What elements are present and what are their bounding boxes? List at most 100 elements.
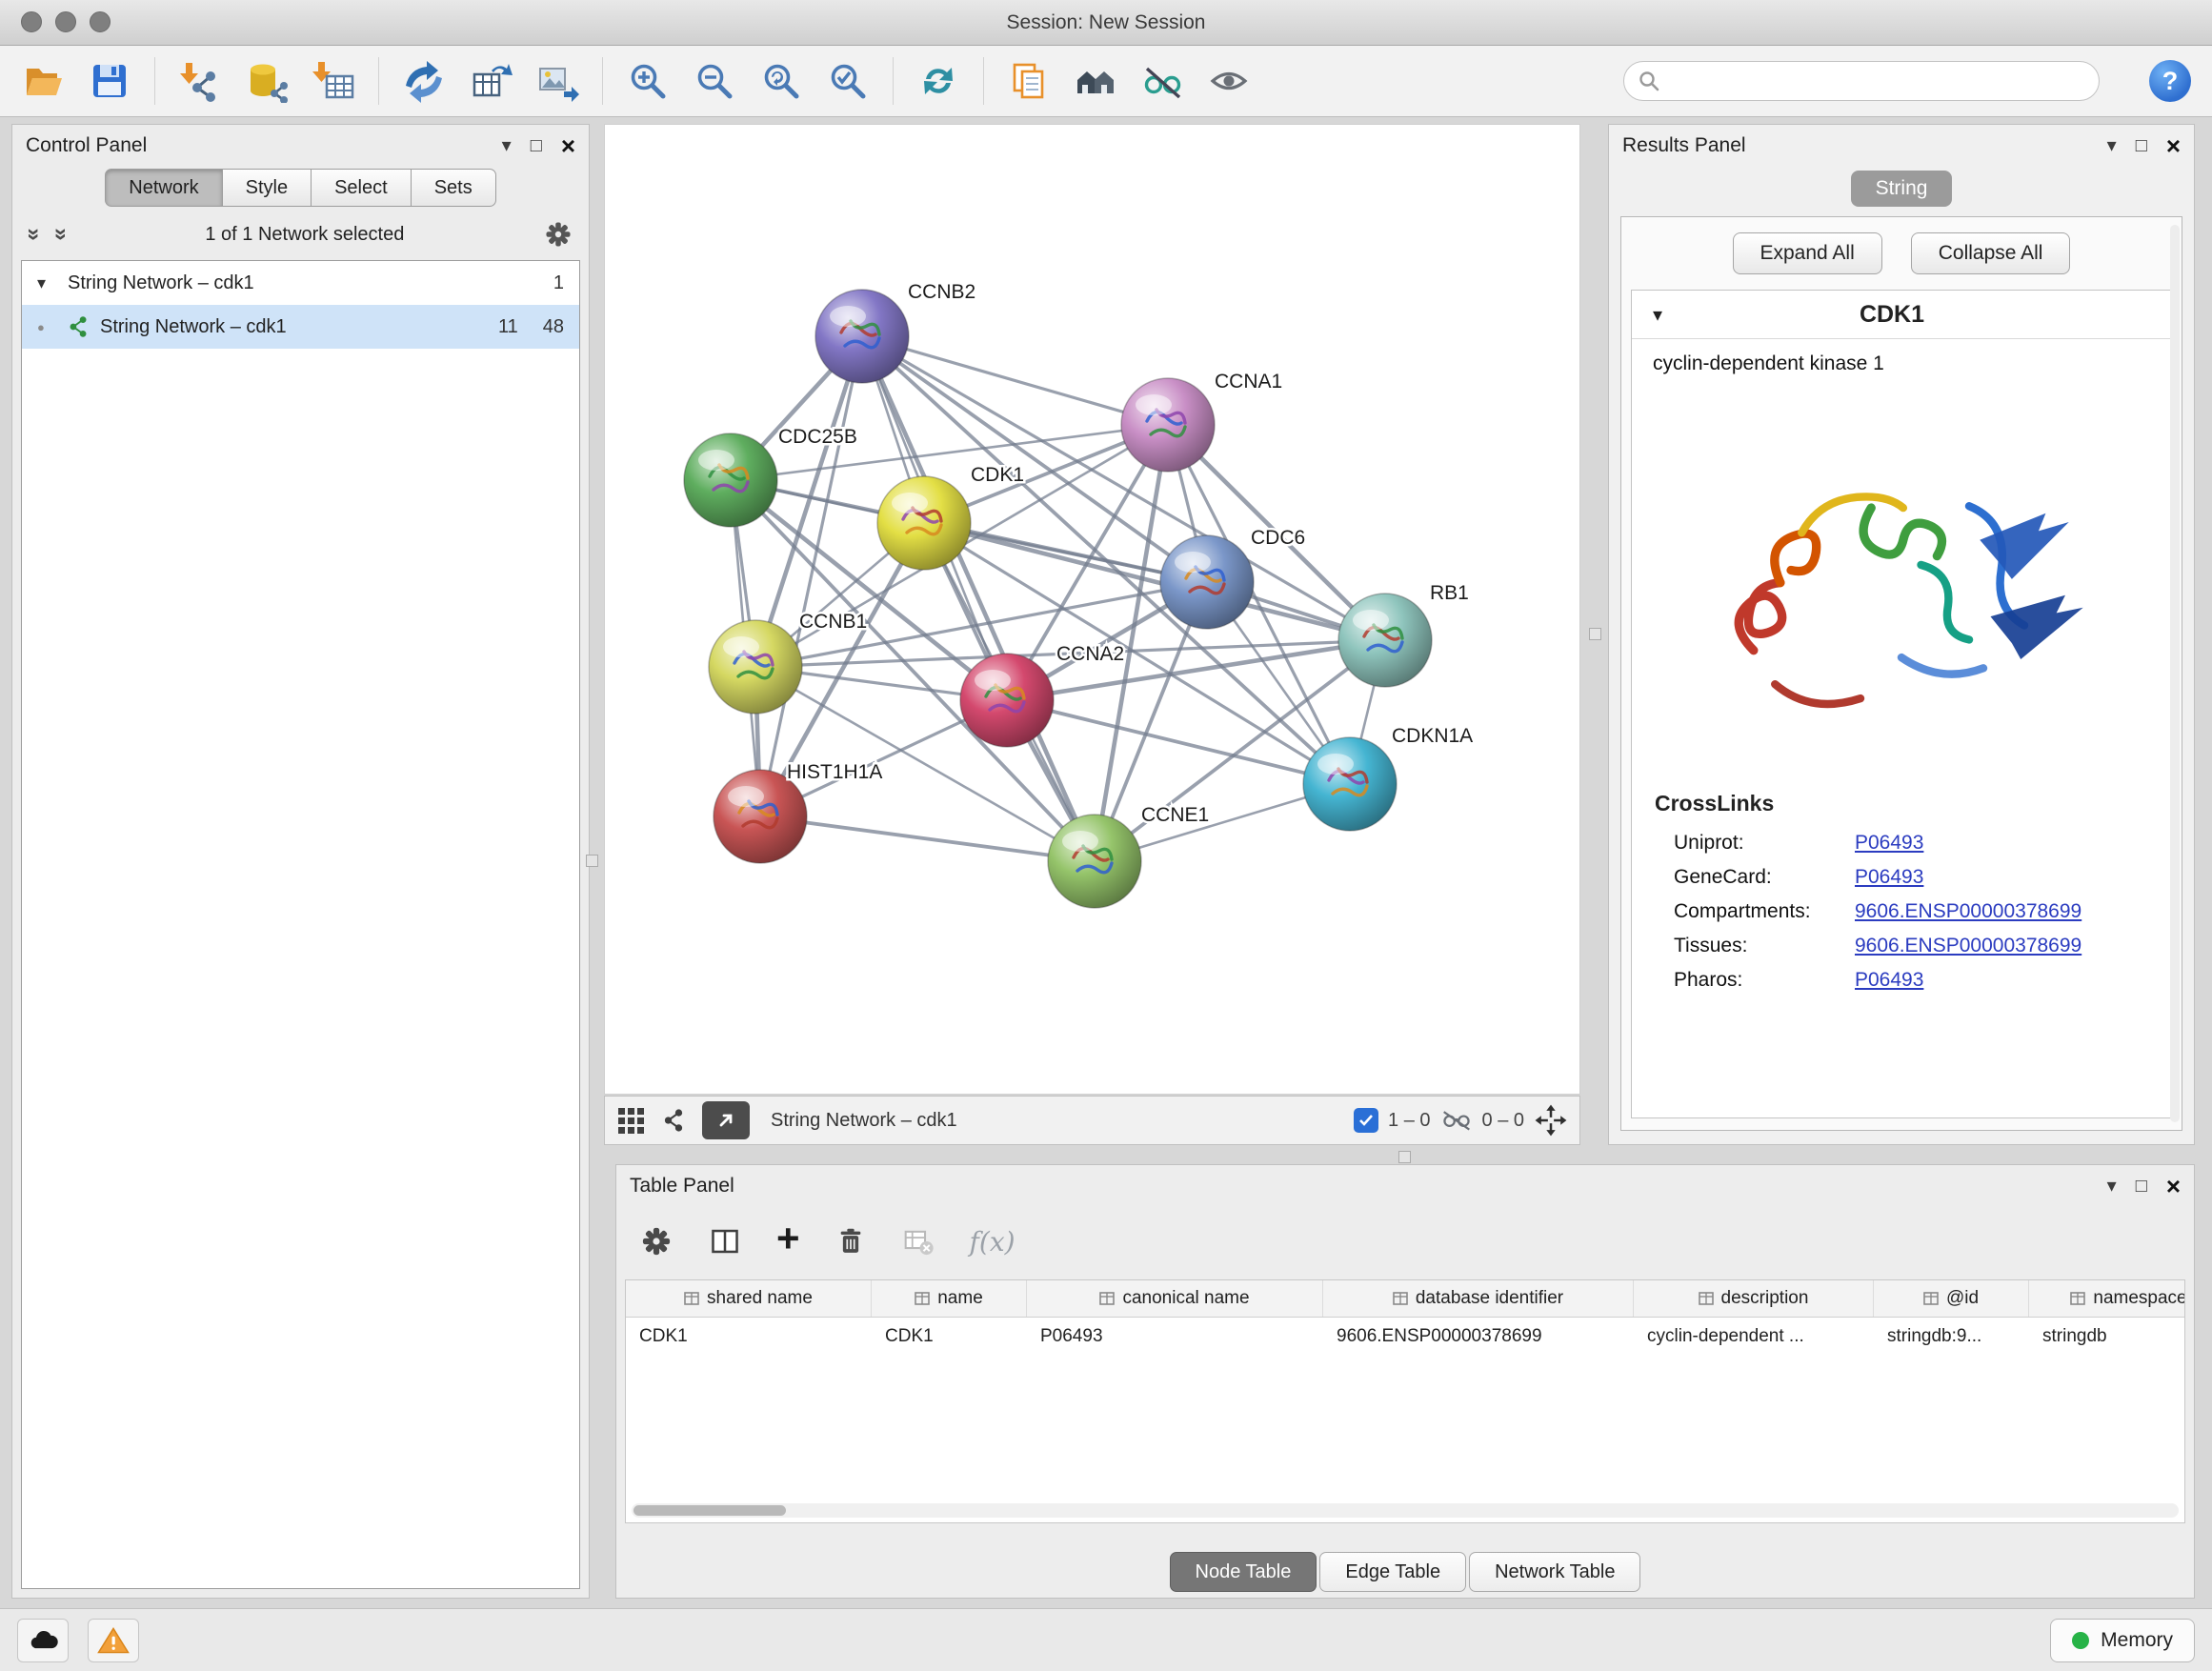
network-edge[interactable] (760, 816, 1095, 861)
panel-float-icon[interactable]: □ (2136, 136, 2147, 155)
import-network-file-icon[interactable] (178, 59, 222, 103)
panel-float-icon[interactable]: □ (531, 136, 542, 155)
panel-close-icon[interactable]: × (2166, 1174, 2181, 1198)
delete-column-trash-icon[interactable] (835, 1224, 867, 1258)
hide-labels-glasses-icon[interactable] (1140, 59, 1184, 103)
panel-close-icon[interactable]: × (2166, 133, 2181, 158)
column-header[interactable]: namespace (2029, 1280, 2185, 1317)
network-node[interactable] (1160, 535, 1254, 629)
column-header[interactable]: @id (1874, 1280, 2029, 1317)
show-columns-icon[interactable] (708, 1224, 742, 1258)
tab-sets[interactable]: Sets (411, 169, 496, 207)
crosslink-link[interactable]: P06493 (1855, 832, 1923, 855)
network-node[interactable] (877, 476, 971, 570)
splitter-handle[interactable] (1398, 1151, 1411, 1163)
network-node[interactable] (815, 290, 909, 383)
tree-collapse-icon[interactable]: ▾ (37, 273, 58, 293)
network-options-gear-icon[interactable] (543, 219, 573, 250)
birdseye-grid-icon[interactable] (616, 1106, 645, 1135)
network-node[interactable] (714, 770, 807, 863)
table-cell: CDK1 (626, 1318, 872, 1356)
import-network-database-icon[interactable] (245, 59, 289, 103)
table-hscrollbar-thumb[interactable] (633, 1505, 786, 1516)
splitter-handle[interactable] (586, 855, 598, 867)
panel-menu-icon[interactable]: ▾ (2107, 1177, 2117, 1196)
table-row[interactable]: CDK1CDK1P064939606.ENSP00000378699cyclin… (626, 1318, 2184, 1356)
results-scrollbar[interactable] (2170, 225, 2180, 1122)
pan-crosshair-icon[interactable] (1534, 1103, 1568, 1137)
zoom-fit-icon[interactable] (759, 59, 803, 103)
panel-close-icon[interactable]: × (561, 133, 575, 158)
panel-menu-icon[interactable]: ▾ (502, 136, 512, 155)
network-node[interactable] (709, 620, 802, 714)
table-options-gear-icon[interactable] (639, 1224, 674, 1258)
collapse-all-button[interactable]: Collapse All (1911, 232, 2071, 274)
selected-checkbox-icon[interactable] (1354, 1108, 1378, 1133)
search-input[interactable] (1668, 70, 2085, 93)
expand-all-networks-icon[interactable]: « (47, 228, 73, 240)
zoom-in-icon[interactable] (626, 59, 670, 103)
column-header[interactable]: canonical name (1027, 1280, 1323, 1317)
search-box[interactable] (1623, 61, 2100, 101)
network-node[interactable] (1303, 737, 1397, 831)
table-hscrollbar[interactable] (632, 1503, 2179, 1518)
column-header[interactable]: name (872, 1280, 1027, 1317)
table-cell: stringdb (2029, 1318, 2185, 1356)
panel-menu-icon[interactable]: ▾ (2107, 136, 2117, 155)
tab-select[interactable]: Select (311, 169, 412, 207)
warnings-button[interactable] (88, 1619, 139, 1662)
crosslink-link[interactable]: P06493 (1855, 866, 1923, 889)
help-button[interactable]: ? (2149, 60, 2191, 102)
network-tree: ▾ String Network – cdk1 1 ● String Netwo… (21, 260, 580, 1589)
panel-float-icon[interactable]: □ (2136, 1177, 2147, 1196)
crosslink-link[interactable]: 9606.ENSP00000378699 (1855, 935, 2081, 957)
network-edge[interactable] (760, 336, 862, 816)
memory-label: Memory (2101, 1629, 2173, 1652)
splitter-handle[interactable] (1589, 628, 1601, 640)
add-column-icon[interactable]: + (776, 1218, 800, 1258)
gene-section-header[interactable]: ▾ CDK1 (1632, 291, 2171, 339)
crosslink-link[interactable]: P06493 (1855, 969, 1923, 992)
network-node[interactable] (960, 654, 1054, 747)
network-node[interactable] (684, 433, 777, 527)
table-toolbar: + f(x) (616, 1207, 2194, 1276)
network-node[interactable] (1338, 594, 1432, 687)
open-session-icon[interactable] (21, 59, 65, 103)
network-tree-child-row[interactable]: ● String Network – cdk1 11 48 (22, 305, 579, 349)
copy-document-icon[interactable] (1007, 59, 1051, 103)
collapse-all-networks-icon[interactable]: » (21, 228, 48, 240)
cloud-status-button[interactable] (17, 1619, 69, 1662)
tab-network[interactable]: Network (105, 169, 222, 207)
tab-style[interactable]: Style (222, 169, 312, 207)
network-svg[interactable]: CCNB2CCNA1CDC25BCDK1CDC6RB1CCNB1CCNA2CDK… (605, 125, 1579, 1094)
zoom-out-icon[interactable] (693, 59, 736, 103)
crosslink-link[interactable]: 9606.ENSP00000378699 (1855, 900, 2081, 923)
tab-network-table[interactable]: Network Table (1469, 1552, 1640, 1592)
network-from-table-icon[interactable] (469, 59, 513, 103)
home-networks-icon[interactable] (1074, 59, 1117, 103)
hidden-glasses-icon[interactable] (1440, 1108, 1473, 1133)
network-tree-root-row[interactable]: ▾ String Network – cdk1 1 (22, 261, 579, 305)
network-share-small-icon[interactable] (660, 1107, 687, 1134)
tab-edge-table[interactable]: Edge Table (1319, 1552, 1466, 1592)
network-node[interactable] (1121, 378, 1215, 472)
export-image-icon[interactable] (535, 59, 579, 103)
column-header[interactable]: database identifier (1323, 1280, 1634, 1317)
network-edge[interactable] (862, 336, 1095, 861)
zoom-selected-icon[interactable] (826, 59, 870, 103)
merge-networks-icon[interactable] (402, 59, 446, 103)
tab-node-table[interactable]: Node Table (1170, 1552, 1317, 1592)
column-header[interactable]: description (1634, 1280, 1874, 1317)
function-builder-icon[interactable]: f(x) (970, 1226, 1016, 1258)
tab-string[interactable]: String (1851, 171, 1953, 207)
open-in-window-button[interactable] (702, 1101, 750, 1139)
memory-button[interactable]: Memory (2050, 1619, 2195, 1662)
network-node[interactable] (1048, 815, 1141, 908)
column-header[interactable]: shared name (626, 1280, 872, 1317)
import-table-icon[interactable] (312, 59, 355, 103)
expand-all-button[interactable]: Expand All (1733, 232, 1882, 274)
network-view-canvas[interactable]: CCNB2CCNA1CDC25BCDK1CDC6RB1CCNB1CCNA2CDK… (604, 124, 1580, 1095)
refresh-icon[interactable] (916, 59, 960, 103)
save-session-icon[interactable] (88, 59, 131, 103)
show-eye-icon[interactable] (1207, 59, 1251, 103)
